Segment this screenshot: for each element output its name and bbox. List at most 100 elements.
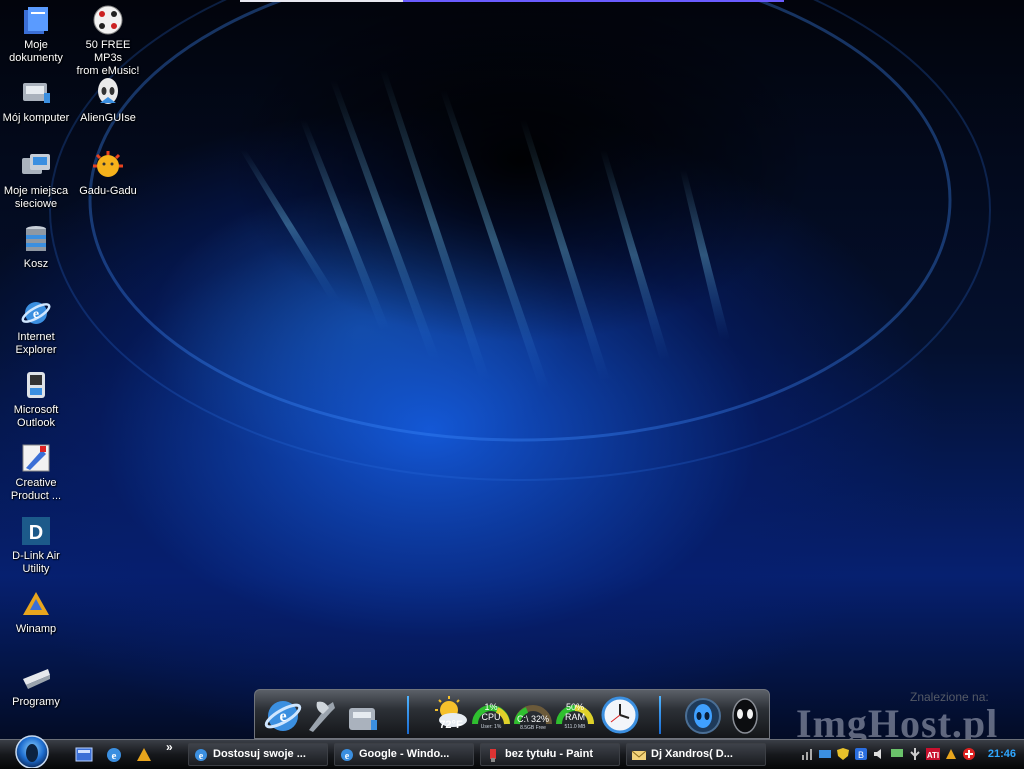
ram-percent: 50%	[565, 702, 584, 712]
desktop-icon-label-line: Programy	[12, 696, 60, 708]
wallpaper-ray	[380, 70, 490, 380]
task-label: Dj Xandros( D...	[651, 748, 733, 760]
gadu-gadu-icon	[93, 151, 123, 177]
wallpaper-rays	[49, 0, 991, 481]
computer-icon	[23, 83, 50, 103]
wallpaper-ray	[440, 90, 550, 390]
outlook-icon	[27, 372, 45, 398]
paint-icon	[490, 749, 496, 762]
task-button-dostosuj[interactable]: e Dostosuj swoje ...	[188, 743, 328, 766]
desktop-icon-label-line: Moje miejsca	[3, 185, 69, 197]
desktop-icon-label: Winamp	[0, 623, 72, 636]
tray-volume-icon[interactable]	[872, 747, 886, 761]
task-label: Google - Windo...	[359, 748, 450, 760]
desktop-icon-outlook[interactable]: Microsoft Outlook	[0, 369, 72, 430]
network-icon	[22, 154, 50, 174]
task-label: bez tytułu - Paint	[505, 748, 593, 760]
taskbar: e » e Dostosuj swoje ... e Google - Wind…	[0, 739, 1024, 769]
desktop-icon-label: D-Link Air Utility	[0, 550, 72, 576]
ram-label: RAM	[565, 712, 585, 722]
desktop-icon-programs[interactable]: Programy	[0, 661, 72, 709]
quick-launch-winamp-icon[interactable]	[134, 745, 154, 765]
svg-text:ATI: ATI	[927, 751, 939, 760]
weather-temp: 72°F	[439, 719, 463, 731]
system-tray: B ATI 21:46	[798, 742, 1024, 767]
show-desktop-icon[interactable]	[74, 745, 94, 765]
wallpaper-ray	[300, 120, 390, 330]
desktop-icon-winamp[interactable]: Winamp	[0, 588, 72, 636]
desktop-icon-dlink[interactable]: D D-Link Air Utility	[0, 515, 72, 576]
dlink-icon: D	[22, 517, 50, 545]
desktop-icon-label-line: AlienGUIse	[80, 112, 136, 124]
dock-separator	[407, 696, 409, 734]
clock-icon[interactable]	[599, 694, 641, 736]
desktop-icon-label: Programy	[0, 696, 72, 709]
start-button-orb[interactable]	[12, 733, 52, 768]
svg-text:e: e	[33, 307, 39, 322]
internet-explorer-icon[interactable]: e	[263, 694, 303, 736]
tray-signal-icon[interactable]	[800, 747, 814, 761]
tray-winamp-icon[interactable]	[944, 747, 958, 761]
svg-text:e: e	[279, 708, 286, 725]
disk-gauge[interactable]: C:\ 32% 8.5GB Free	[513, 694, 553, 736]
ram-sub: 511.0 MB	[564, 724, 586, 730]
desktop-icon-label-line: Mój komputer	[2, 112, 70, 124]
quick-launch-ie-icon[interactable]: e	[104, 745, 124, 765]
alien-head-dark-icon[interactable]	[725, 694, 765, 736]
desktop-icon-label-line: Explorer	[15, 344, 57, 356]
desktop-icon-creative[interactable]: Creative Product ...	[0, 442, 72, 503]
desktop-icon-label: Gadu-Gadu	[72, 185, 144, 198]
desktop-icon-label-line: Internet	[17, 331, 55, 343]
task-button-google[interactable]: e Google - Windo...	[334, 743, 474, 766]
desktop-icon-emusic[interactable]: 50 FREE MP3s from eMusic!	[72, 4, 144, 78]
cpu-label: CPU	[481, 712, 501, 722]
cpu-percent: 1%	[484, 702, 498, 712]
desktop-icon-alien[interactable]: AlienGUIse	[72, 77, 144, 125]
ie-icon: e	[195, 749, 207, 762]
desktop-icon-label: Moje dokumenty	[0, 39, 72, 65]
task-button-paint[interactable]: bez tytułu - Paint	[480, 743, 620, 766]
desktop-icon-label: Kosz	[0, 258, 72, 271]
tray-network-icon[interactable]	[818, 747, 832, 761]
desktop-icon-label-line: dokumenty	[9, 52, 63, 64]
tray-shield-icon[interactable]	[836, 747, 850, 761]
recycle-bin-icon	[26, 226, 46, 251]
desktop-icon-label: 50 FREE MP3s from eMusic!	[72, 39, 144, 78]
dock-bar: e 72°F 1% CPU User: 1% C:\ 32% 8.5GB Fre…	[254, 689, 770, 739]
tray-usb-icon[interactable]	[908, 747, 922, 761]
desktop-icon-label-line: sieciowe	[14, 198, 58, 210]
taskbar-clock[interactable]: 21:46	[988, 748, 1016, 760]
quick-launch-chevron[interactable]: »	[166, 740, 173, 754]
desktop-icon-gadu-gadu[interactable]: Gadu-Gadu	[72, 150, 144, 198]
tools-icon[interactable]	[303, 694, 339, 736]
desktop-icon-label: Mój komputer	[0, 112, 72, 125]
desktop-icon-label-line: Creative	[15, 477, 57, 489]
desktop-icon-network[interactable]: Moje miejsca sieciowe	[0, 150, 72, 211]
desktop-icon-label-line: Microsoft	[13, 404, 59, 416]
ram-gauge[interactable]: 50% RAM 511.0 MB	[555, 694, 595, 736]
tray-monitor-icon[interactable]	[890, 747, 904, 761]
desktop-icon-label-line: D-Link Air	[12, 550, 60, 562]
desktop-icon-label: Moje miejsca sieciowe	[0, 185, 72, 211]
desktop-icon-label-line: Gadu-Gadu	[79, 185, 137, 197]
disk-sub: 8.5GB Free	[520, 725, 546, 731]
tray-ati-icon[interactable]: ATI	[926, 747, 940, 761]
computer-icon[interactable]	[343, 694, 383, 736]
svg-text:e: e	[345, 751, 350, 762]
alien-icon	[98, 78, 118, 104]
desktop-icon-label-line: Moje	[24, 39, 48, 51]
tray-antivirus-icon[interactable]	[962, 747, 976, 761]
ie-icon: e	[341, 749, 353, 762]
desktop-icon-internet-explorer[interactable]: e Internet Explorer	[0, 296, 72, 357]
task-button-dj-xandros[interactable]: Dj Xandros( D...	[626, 743, 766, 766]
cpu-gauge[interactable]: 1% CPU User: 1%	[471, 694, 511, 736]
desktop-icon-label-line: Utility	[22, 563, 50, 575]
desktop-icon-label-line: Kosz	[23, 258, 49, 270]
alien-head-blue-icon[interactable]	[683, 694, 723, 736]
emusic-icon	[93, 5, 123, 35]
desktop-icon-computer[interactable]: Mój komputer	[0, 77, 72, 125]
winamp-icon	[23, 592, 49, 615]
desktop-icon-recycle-bin[interactable]: Kosz	[0, 223, 72, 271]
tray-bluetooth-icon[interactable]: B	[854, 747, 868, 761]
desktop-icon-documents[interactable]: Moje dokumenty	[0, 4, 72, 65]
